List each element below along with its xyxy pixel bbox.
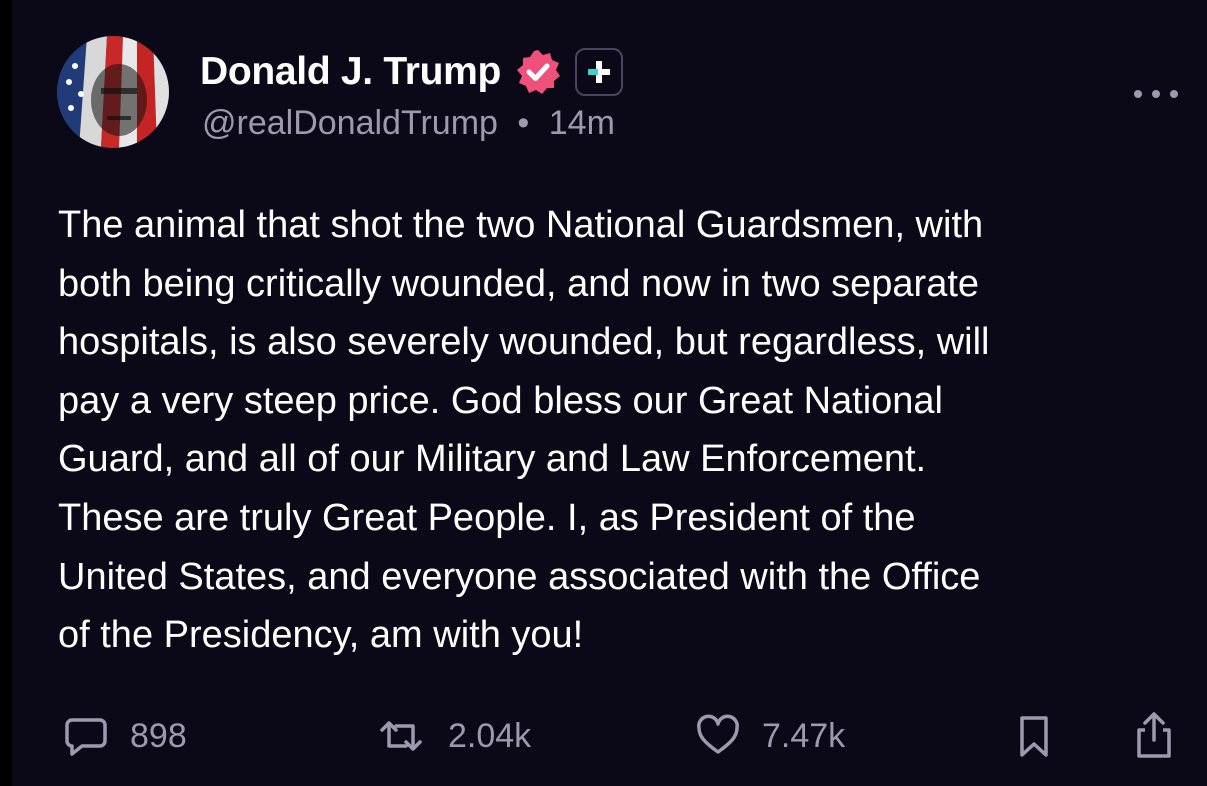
- bookmark-icon: [1012, 712, 1056, 760]
- meta-separator: •: [517, 104, 530, 142]
- author-display-name[interactable]: Donald J. Trump: [200, 50, 501, 94]
- author-handle-row: @realDonaldTrump • 14m: [202, 104, 615, 143]
- post-timestamp[interactable]: 14m: [549, 104, 615, 142]
- action-bar: 898 2.04k 7.47k: [12, 708, 1207, 764]
- author-handle[interactable]: @realDonaldTrump: [202, 104, 498, 142]
- more-options-icon[interactable]: [1134, 84, 1178, 104]
- heart-icon: [694, 712, 742, 760]
- like-count: 7.47k: [762, 716, 846, 755]
- like-button[interactable]: 7.47k: [694, 708, 845, 764]
- reply-count: 898: [130, 716, 187, 755]
- post-text: The animal that shot the two National Gu…: [58, 204, 990, 657]
- verified-badge-icon: [513, 47, 563, 97]
- repost-count: 2.04k: [448, 716, 532, 755]
- portrait-flag-avatar: [57, 36, 169, 148]
- bookmark-button[interactable]: [1012, 708, 1056, 764]
- avatar[interactable]: [57, 36, 169, 148]
- share-button[interactable]: [1130, 708, 1178, 764]
- repost-button[interactable]: 2.04k: [374, 708, 531, 764]
- reply-button[interactable]: 898: [62, 708, 187, 764]
- repost-icon: [374, 712, 428, 760]
- comment-icon: [62, 712, 110, 760]
- window-edge: [0, 0, 12, 786]
- plus-subscribe-icon[interactable]: [575, 48, 624, 96]
- author-name-row: Donald J. Trump: [200, 46, 624, 98]
- post-card: Donald J. Trump @realDonaldTrump • 14m T…: [12, 0, 1207, 786]
- share-icon: [1130, 710, 1178, 762]
